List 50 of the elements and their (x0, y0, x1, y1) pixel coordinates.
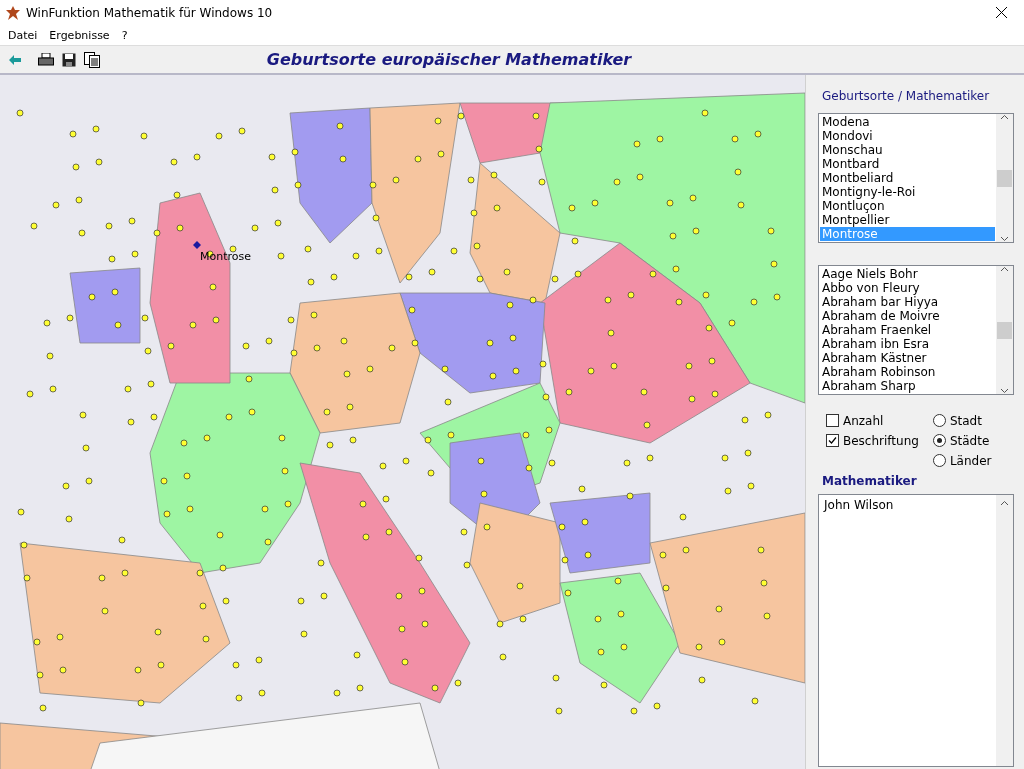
list-item[interactable]: Abraham de Moivre (820, 309, 995, 323)
scroll-up-icon[interactable] (1000, 266, 1009, 272)
list-item[interactable]: Modena (820, 115, 995, 129)
list-item[interactable]: John Wilson (822, 498, 993, 512)
left-arrow-icon[interactable] (9, 54, 21, 65)
list-item[interactable]: Abbo von Fleury (820, 281, 995, 295)
results-list[interactable]: John Wilson (818, 494, 1014, 767)
list-item[interactable]: Abraham Robinson (820, 365, 995, 379)
radio-button[interactable] (932, 454, 946, 467)
list-item[interactable]: Abraham Fraenkel (820, 323, 995, 337)
location-marker-icon (193, 241, 201, 249)
scroll-up-icon[interactable] (1000, 500, 1009, 506)
list-item[interactable]: Montluçon (820, 199, 995, 213)
radio-label: Stadt (949, 413, 982, 428)
checkbox[interactable] (826, 434, 839, 447)
checkbox-label: Anzahl (843, 413, 884, 428)
window-title: WinFunktion Mathematik für Windows 10 (26, 5, 274, 20)
list-item[interactable]: Montpellier (820, 213, 995, 227)
places-list[interactable]: Modena Mondovi Monschau Montbard Montbeliard Montigny-le-Roi Montluçon Montpellier Montrose (818, 113, 1014, 243)
mathematicians-list[interactable]: Aage Niels Bohr Abbo von Fleury Abraham bar Hiyya Abraham de Moivre Abraham Fraenkel Abraham ibn Esra Abraham Kästner Abraham Robinson Abraham Sharp (818, 265, 1014, 395)
app-logo-icon (6, 5, 20, 20)
close-icon[interactable] (995, 7, 1007, 18)
scroll-down-icon[interactable] (1000, 388, 1009, 394)
menu-item[interactable]: Ergebnisse (43, 28, 116, 42)
list-item[interactable]: Monschau (820, 143, 995, 157)
list-item[interactable]: Aage Niels Bohr (820, 267, 995, 281)
panel-heading: Geburtsorte / Mathematiker (822, 89, 991, 103)
page-title: Geburtsorte europäischer Mathematiker (265, 50, 633, 69)
scroll-down-icon[interactable] (1000, 236, 1009, 242)
list-item[interactable]: Abraham ibn Esra (820, 337, 995, 351)
list-item[interactable]: Abraham Sharp (820, 379, 995, 393)
list-item[interactable]: Mondovi (820, 129, 995, 143)
radio-label: Städte (949, 433, 990, 448)
list-item[interactable]: Abraham bar Hiyya (820, 295, 995, 309)
checkbox-label: Beschriftung (843, 433, 919, 448)
scrollbar-thumb[interactable] (997, 321, 1012, 339)
list-item[interactable]: Montbard (820, 157, 995, 171)
checkbox[interactable] (826, 414, 839, 427)
list-item[interactable]: Montigny-le-Roi (820, 185, 995, 199)
radio-label: Länder (949, 453, 992, 468)
scroll-up-icon[interactable] (1000, 114, 1009, 120)
radio-button[interactable] (932, 414, 946, 427)
menu-item[interactable]: ? (115, 28, 134, 42)
menu-item[interactable]: Datei (2, 28, 44, 42)
list-item[interactable]: Montbeliard (820, 171, 995, 185)
results-heading: Mathematiker (822, 474, 918, 488)
radio-button[interactable] (932, 434, 946, 447)
map-label: Montrose (200, 250, 251, 263)
scrollbar-thumb[interactable] (997, 169, 1012, 187)
list-item[interactable]: Abraham Kästner (820, 351, 995, 365)
